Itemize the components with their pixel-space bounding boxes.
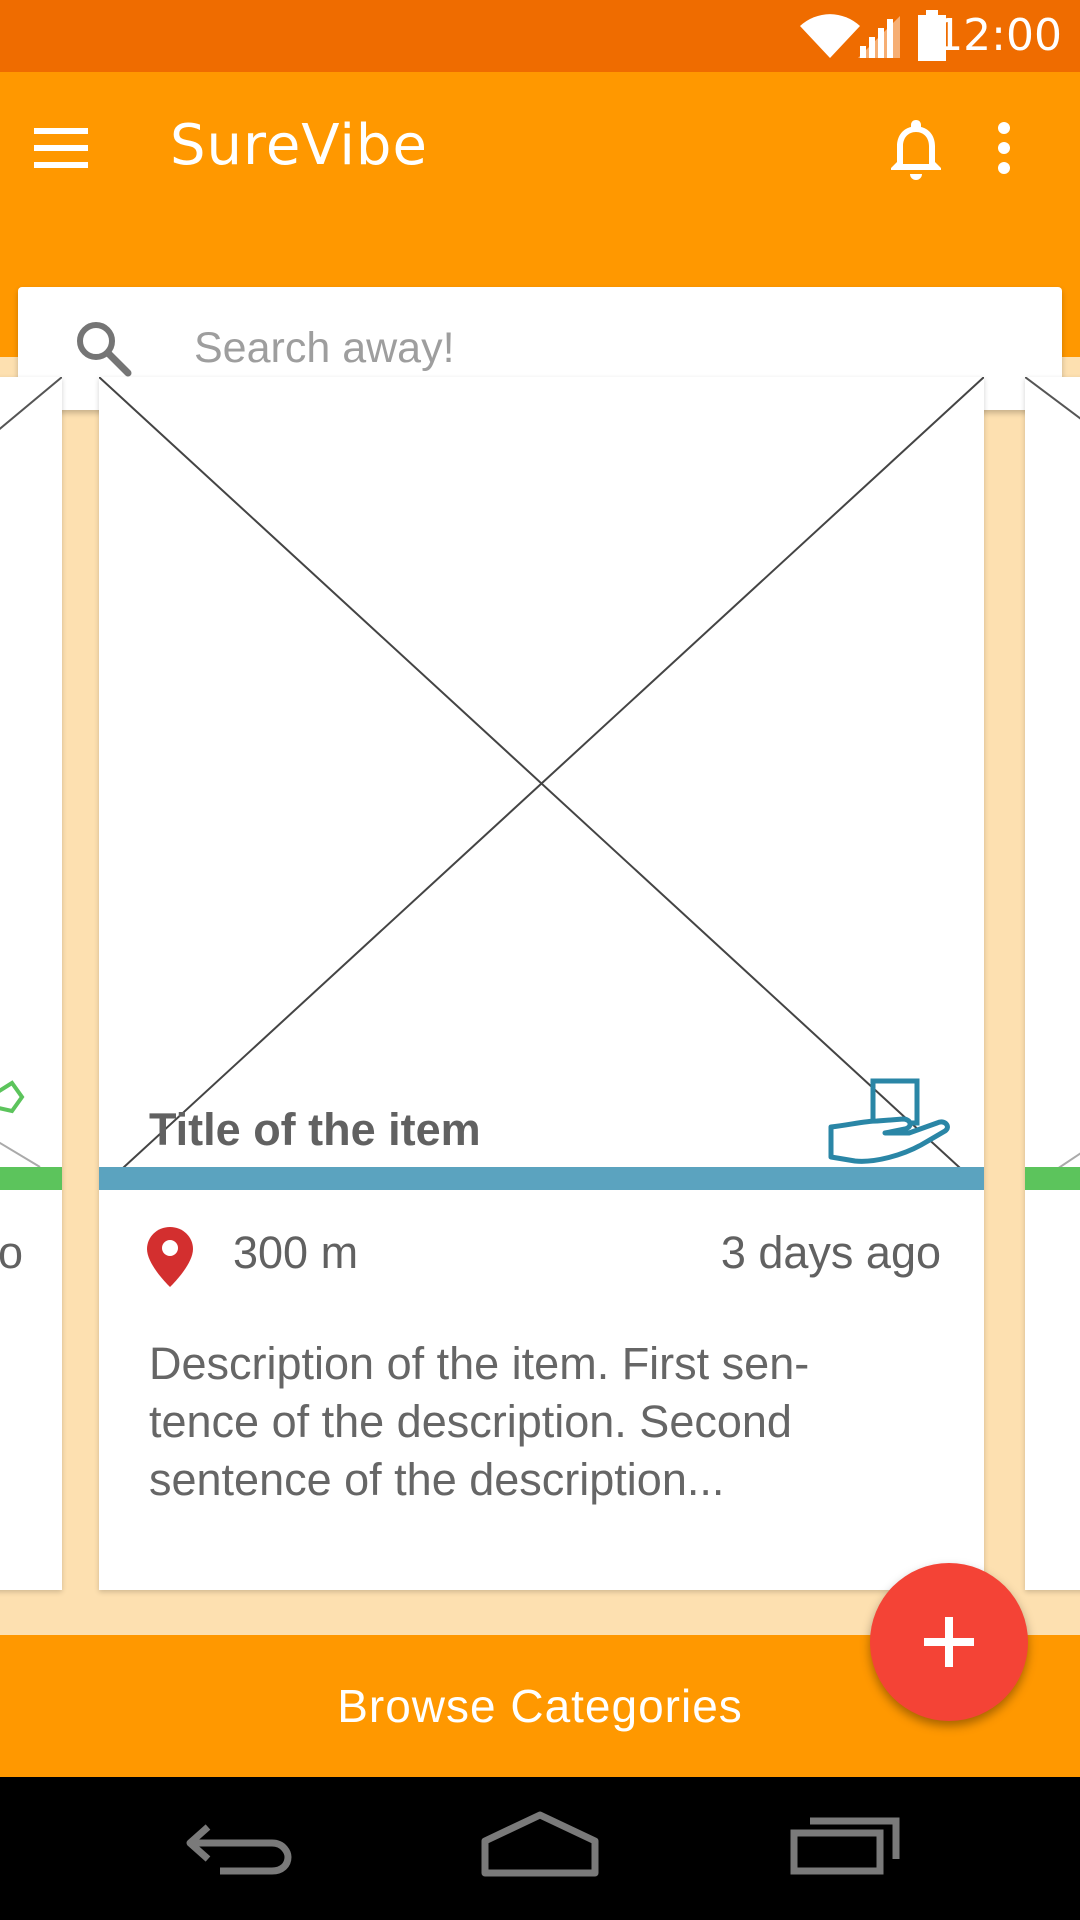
plus-icon bbox=[924, 1617, 974, 1667]
image-placeholder bbox=[1025, 377, 1080, 1178]
home-icon bbox=[481, 1811, 599, 1877]
image-placeholder bbox=[0, 377, 62, 1168]
more-options-button[interactable] bbox=[980, 112, 1028, 184]
recents-button[interactable] bbox=[780, 1807, 910, 1887]
item-posted-time: 3 days ago bbox=[720, 1227, 941, 1278]
system-nav-bar bbox=[0, 1777, 1080, 1920]
back-icon bbox=[186, 1824, 292, 1875]
app-bar: SureVibe bbox=[0, 72, 1080, 410]
item-card[interactable]: Title of the item 300 m 3 days ago Descr… bbox=[99, 377, 984, 1590]
status-time: 12:00 bbox=[935, 10, 1062, 61]
category-icon bbox=[0, 1080, 25, 1114]
menu-icon bbox=[34, 128, 88, 168]
menu-button[interactable] bbox=[24, 112, 102, 184]
item-distance: 300 m bbox=[233, 1227, 359, 1278]
app-title: SureVibe bbox=[170, 113, 428, 178]
cell-signal-icon bbox=[858, 16, 900, 58]
recents-icon bbox=[790, 1817, 900, 1875]
category-stripe bbox=[0, 1167, 62, 1190]
location-pin-icon bbox=[147, 1227, 193, 1287]
giving-hand-icon bbox=[828, 1078, 950, 1164]
item-card-previous[interactable]: o bbox=[0, 377, 62, 1590]
image-placeholder bbox=[99, 377, 984, 1190]
bell-icon bbox=[891, 120, 941, 180]
status-bar: 12:00 bbox=[0, 0, 1080, 72]
item-title: Title of the item bbox=[149, 1104, 481, 1155]
peek-text: o bbox=[0, 1227, 24, 1278]
home-button[interactable] bbox=[475, 1807, 605, 1887]
item-card-next[interactable] bbox=[1025, 377, 1080, 1590]
add-item-fab[interactable] bbox=[870, 1563, 1028, 1721]
back-button[interactable] bbox=[180, 1807, 310, 1887]
more-vert-icon bbox=[998, 122, 1010, 174]
item-carousel[interactable]: o Title of the item 300 m 3 days ago Des… bbox=[0, 357, 1080, 1635]
notifications-button[interactable] bbox=[880, 112, 952, 184]
category-stripe bbox=[1025, 1167, 1080, 1190]
app-screen: 12:00 SureVibe Search away! o Title of t… bbox=[0, 0, 1080, 1920]
wifi-icon bbox=[800, 14, 860, 58]
item-description: Description of the item. First sen-tence… bbox=[149, 1338, 810, 1505]
